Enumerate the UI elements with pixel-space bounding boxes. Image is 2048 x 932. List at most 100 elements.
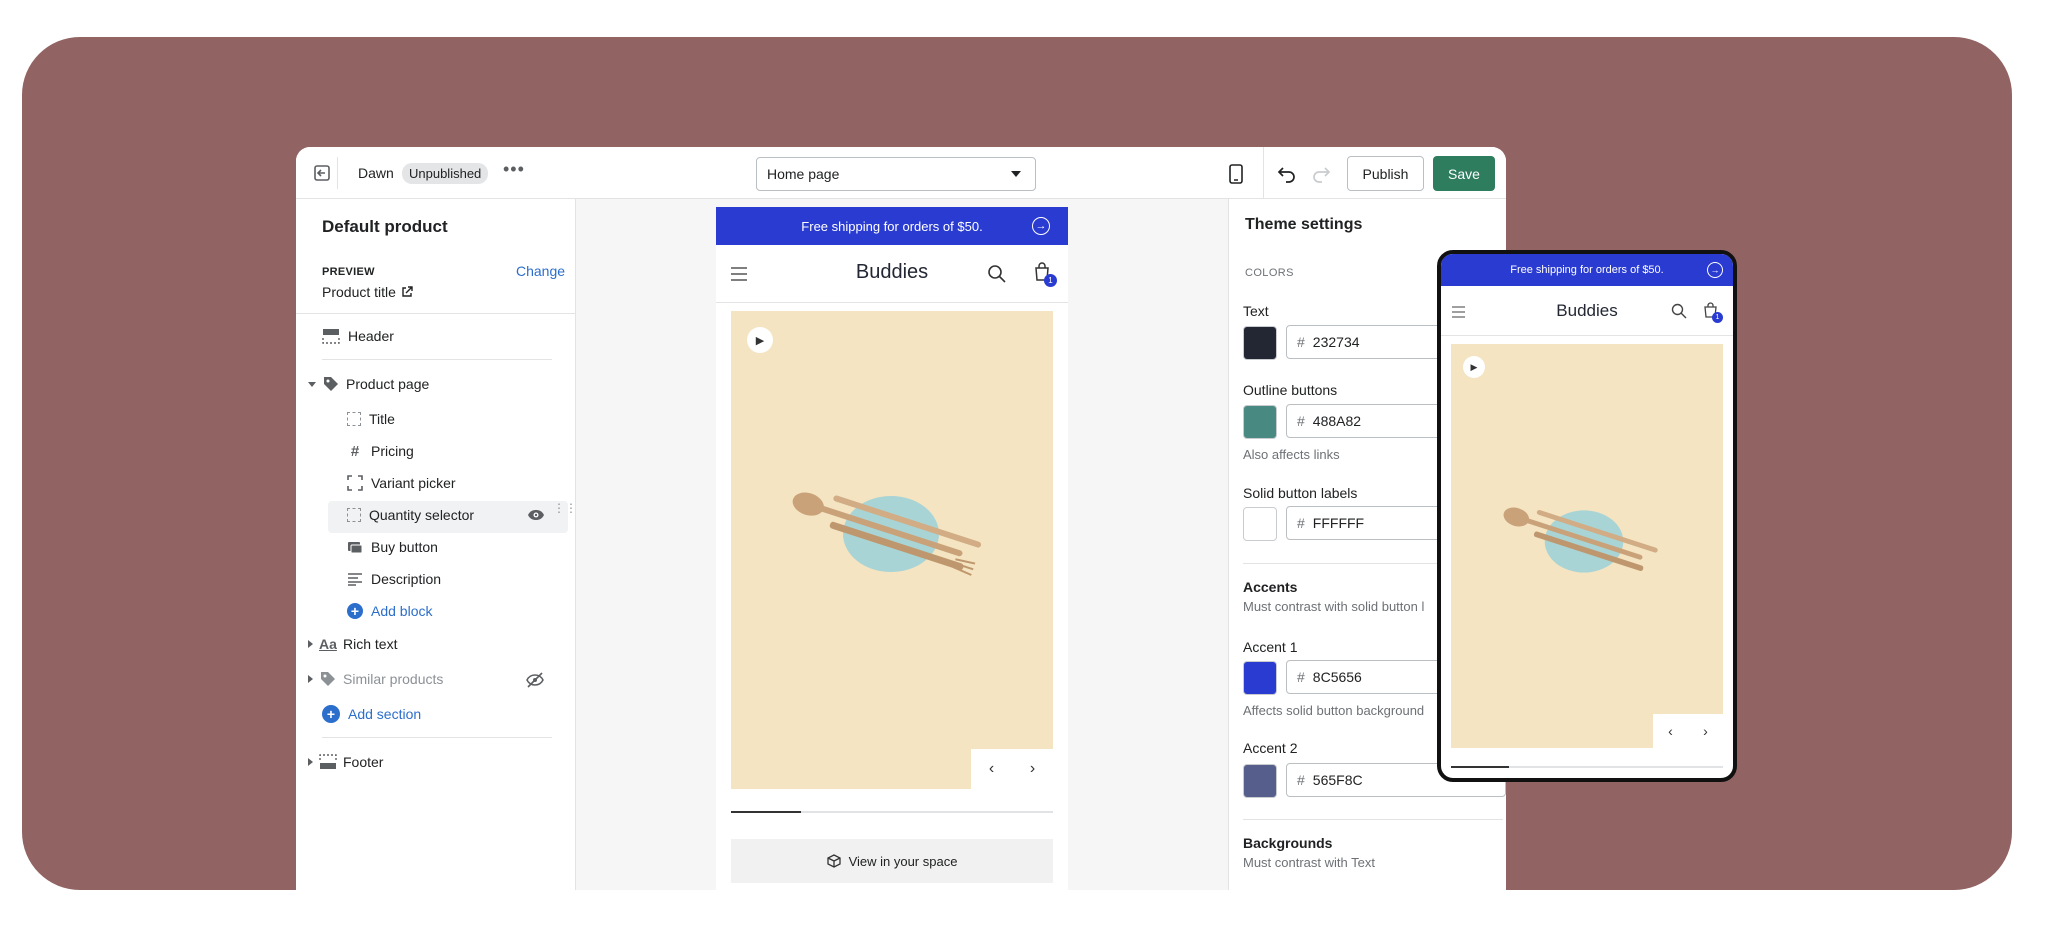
store-name[interactable]: Buddies: [716, 261, 1068, 284]
hash-prefix: #: [1297, 334, 1305, 350]
chevron-right-icon[interactable]: ›: [1030, 760, 1035, 778]
divider: [322, 359, 552, 360]
hash-prefix: #: [1297, 413, 1305, 429]
cube-icon: [826, 854, 841, 868]
block-variant-picker[interactable]: Variant picker: [347, 472, 456, 494]
product-media: ▶ ‹ ›: [731, 311, 1053, 789]
product-image: [792, 492, 982, 576]
publish-button[interactable]: Publish: [1347, 156, 1424, 191]
mobile-announcement-text: Free shipping for orders of $50.: [1510, 264, 1664, 276]
solid-button-labels-swatch[interactable]: [1243, 507, 1277, 541]
quantity-icon: [347, 508, 361, 522]
mobile-device-icon: [1229, 164, 1243, 184]
chevron-left-icon[interactable]: ‹: [989, 760, 994, 778]
storefront-preview: Free shipping for orders of $50. → Buddi…: [716, 207, 1068, 890]
chevron-left-icon[interactable]: ‹: [1668, 723, 1673, 739]
preview-label: PREVIEW: [322, 266, 375, 278]
section-rich-text-label: Rich text: [343, 636, 398, 652]
rich-text-icon: Aa: [319, 636, 337, 652]
play-icon[interactable]: ▶: [1463, 356, 1485, 378]
divider: [1263, 147, 1264, 199]
exit-button[interactable]: [306, 157, 338, 189]
hash-prefix: #: [1297, 669, 1305, 685]
mobile-preview-device: Free shipping for orders of $50. → Buddi…: [1437, 250, 1737, 782]
block-pricing-label: Pricing: [371, 443, 414, 459]
arrow-right-icon[interactable]: →: [1707, 262, 1723, 278]
accent-1-value: 8C5656: [1312, 669, 1362, 685]
undo-button[interactable]: [1272, 159, 1302, 189]
undo-icon: [1277, 167, 1295, 183]
section-header[interactable]: Header: [322, 325, 394, 347]
media-progress-fill: [731, 811, 801, 813]
block-buy-button[interactable]: Buy button: [347, 536, 438, 558]
footer-layout-icon: [319, 754, 337, 769]
block-buy-button-label: Buy button: [371, 539, 438, 555]
search-icon[interactable]: [987, 264, 1007, 284]
mobile-announcement-bar[interactable]: Free shipping for orders of $50. →: [1441, 254, 1733, 286]
exit-icon: [313, 165, 330, 181]
title-icon: [347, 412, 361, 426]
slider-controls: ‹ ›: [971, 749, 1053, 789]
accent-1-help: Affects solid button background: [1243, 703, 1425, 718]
text-color-swatch[interactable]: [1243, 326, 1277, 360]
section-similar-products[interactable]: Similar products: [308, 668, 443, 690]
sections-sidebar: Default product PREVIEW Change Product t…: [296, 199, 577, 890]
save-button[interactable]: Save: [1433, 156, 1495, 191]
add-block-button[interactable]: + Add block: [347, 600, 432, 622]
outline-buttons-value: 488A82: [1312, 413, 1362, 429]
caret-down-icon: [308, 381, 316, 387]
section-similar-products-label: Similar products: [343, 671, 444, 687]
block-title[interactable]: Title: [347, 408, 395, 430]
divider: [1243, 819, 1503, 820]
preview-canvas: Free shipping for orders of $50. → Buddi…: [576, 199, 1228, 890]
solid-button-labels-label: Solid button labels: [1243, 485, 1358, 501]
page-selector[interactable]: Home page: [756, 157, 1036, 191]
section-product-page[interactable]: Product page: [308, 373, 429, 395]
accents-heading: Accents: [1243, 579, 1298, 595]
block-pricing[interactable]: # Pricing: [347, 440, 414, 462]
section-product-page-label: Product page: [346, 376, 430, 392]
backgrounds-help: Must contrast with Text: [1243, 855, 1375, 870]
more-actions-icon[interactable]: •••: [503, 159, 525, 180]
play-icon[interactable]: ▶: [747, 327, 773, 353]
mobile-store-name[interactable]: Buddies: [1441, 301, 1733, 321]
change-preview-link[interactable]: Change: [516, 263, 565, 279]
accent-1-swatch[interactable]: [1243, 661, 1277, 695]
caret-right-icon: [308, 675, 313, 683]
redo-icon: [1313, 167, 1331, 183]
external-link-icon: [402, 286, 413, 297]
sidebar-title: Default product: [322, 217, 448, 236]
accent-2-label: Accent 2: [1243, 740, 1298, 756]
solid-button-labels-value: FFFFFF: [1312, 515, 1365, 531]
mobile-preview-button[interactable]: [1221, 159, 1251, 189]
view-in-space-label: View in your space: [848, 853, 958, 869]
add-section-button[interactable]: + Add section: [322, 703, 421, 725]
view-in-space-button[interactable]: View in your space: [731, 839, 1053, 883]
eye-icon[interactable]: [527, 509, 545, 521]
eye-hidden-icon[interactable]: [526, 672, 544, 688]
arrow-right-icon[interactable]: →: [1032, 217, 1050, 235]
drag-handle-icon[interactable]: ⋮⋮: [553, 502, 577, 514]
block-title-label: Title: [369, 411, 395, 427]
block-quantity-selector-label: Quantity selector: [369, 507, 475, 523]
mobile-store-header: Buddies 1: [1441, 286, 1733, 336]
hash-prefix: #: [1297, 515, 1305, 531]
media-progress-track: [731, 811, 1053, 813]
block-variant-picker-label: Variant picker: [371, 475, 456, 491]
preview-product-link[interactable]: Product title: [322, 284, 413, 300]
redo-button[interactable]: [1306, 159, 1336, 189]
chevron-right-icon[interactable]: ›: [1703, 723, 1708, 739]
buy-icon: [348, 542, 363, 554]
section-footer[interactable]: Footer: [308, 751, 383, 773]
section-header-label: Header: [348, 328, 394, 344]
accent-2-swatch[interactable]: [1243, 764, 1277, 798]
caret-right-icon: [308, 640, 313, 648]
accent-1-label: Accent 1: [1243, 639, 1298, 655]
announcement-bar[interactable]: Free shipping for orders of $50. →: [716, 207, 1068, 245]
block-description[interactable]: Description: [347, 568, 441, 590]
top-bar: Dawn Unpublished ••• Home page Publish S…: [296, 147, 1506, 199]
section-rich-text[interactable]: Aa Rich text: [308, 633, 397, 655]
search-icon[interactable]: [1671, 303, 1687, 319]
outline-buttons-swatch[interactable]: [1243, 405, 1277, 439]
block-quantity-selector-row[interactable]: Quantity selector: [347, 504, 474, 526]
